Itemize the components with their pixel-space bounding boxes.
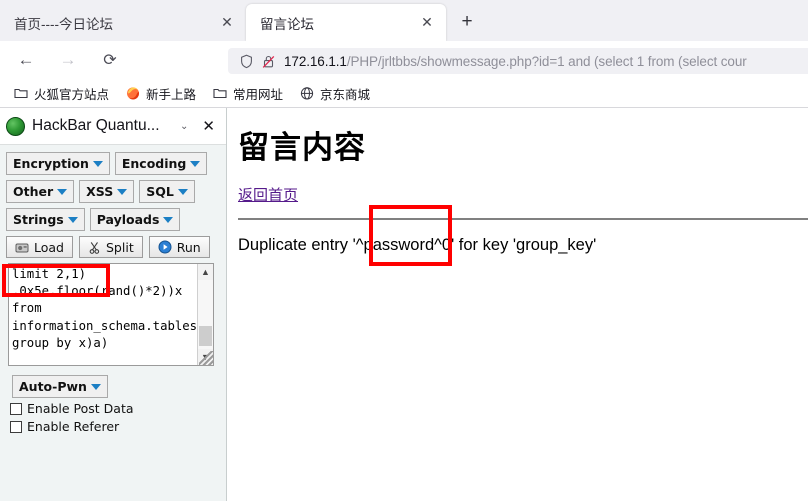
- run-button[interactable]: Run: [148, 236, 210, 258]
- forward-arrow-icon: →: [59, 50, 77, 69]
- chevron-down-icon: [90, 383, 101, 390]
- autopwn-row: Auto-Pwn: [6, 366, 220, 398]
- payload-editor-scrollbar[interactable]: ▲ ▼: [197, 264, 213, 365]
- payloads-dropdown-button[interactable]: Payloads: [89, 208, 181, 231]
- xss-dropdown-button[interactable]: XSS: [79, 180, 135, 203]
- play-icon: [158, 240, 172, 254]
- bookmark-item-1-label: 新手上路: [146, 87, 197, 102]
- chevron-down-icon: [117, 188, 128, 195]
- encoding-dropdown-label: Encoding: [121, 156, 187, 171]
- bookmark-item-3-label: 京东商城: [320, 87, 371, 102]
- bookmark-item-2[interactable]: 常用网址: [207, 82, 288, 105]
- xss-dropdown-label: XSS: [86, 184, 114, 199]
- firefox-icon: [125, 85, 141, 101]
- chevron-down-icon: [92, 160, 103, 167]
- page-content: 留言内容 返回首页 Duplicate entry '^password^0' …: [228, 108, 808, 501]
- chevron-down-icon: [190, 160, 201, 167]
- encryption-dropdown-label: Encryption: [13, 156, 89, 171]
- browser-tab-1-title: 首页----今日论坛: [14, 16, 113, 32]
- load-button[interactable]: Load: [6, 236, 73, 258]
- address-bar-host: 172.16.1.1: [284, 53, 347, 69]
- chevron-down-icon: [67, 216, 78, 223]
- reload-icon[interactable]: ⟳: [94, 45, 126, 75]
- hackbar-sidebar: HackBar Quantu... ⌄ ✕ Encryption Encodin…: [0, 108, 227, 501]
- chevron-down-icon: [57, 188, 68, 195]
- strings-dropdown-button[interactable]: Strings: [6, 208, 85, 231]
- enable-referer-checkbox[interactable]: [10, 420, 22, 433]
- run-button-label: Run: [176, 239, 201, 255]
- payload-editor-textarea[interactable]: limit 2,1) ,0x5e,floor(rand()*2))x from …: [9, 264, 197, 365]
- browser-tab-2-close-icon[interactable]: ✕: [416, 12, 438, 34]
- other-dropdown-button[interactable]: Other: [6, 180, 75, 203]
- hackbar-button-row-1: Encryption Encoding: [6, 152, 220, 175]
- close-icon[interactable]: ✕: [197, 117, 220, 135]
- lock-crossed-icon[interactable]: [260, 53, 277, 70]
- bookmark-item-3[interactable]: 京东商城: [294, 82, 375, 105]
- strings-dropdown-label: Strings: [13, 212, 64, 227]
- scissors-icon: [88, 241, 101, 254]
- globe-icon: [299, 85, 315, 101]
- browser-tab-2[interactable]: 留言论坛 ✕: [246, 4, 446, 41]
- auto-pwn-label: Auto-Pwn: [19, 379, 87, 394]
- horizontal-rule: [238, 218, 808, 220]
- shield-icon: [238, 53, 255, 70]
- back-arrow-icon[interactable]: ←: [10, 45, 42, 75]
- scrollbar-thumb[interactable]: [199, 326, 212, 346]
- bookmark-item-1[interactable]: 新手上路: [120, 82, 201, 105]
- payloads-dropdown-label: Payloads: [96, 212, 160, 227]
- hackbar-action-row: Load Split Run: [6, 236, 220, 258]
- address-bar[interactable]: 172.16.1.1/PHP/jrltbbs/showmessage.php?i…: [228, 48, 808, 74]
- enable-referer-row[interactable]: Enable Referer: [6, 416, 220, 434]
- new-tab-button[interactable]: +: [452, 7, 482, 37]
- enable-post-data-checkbox[interactable]: [10, 402, 22, 415]
- address-bar-url: 172.16.1.1/PHP/jrltbbs/showmessage.php?i…: [284, 54, 747, 69]
- enable-referer-label: Enable Referer: [27, 419, 120, 434]
- sql-error-message: Duplicate entry '^password^0' for key 'g…: [238, 236, 597, 254]
- folder-icon: [13, 85, 29, 101]
- sql-dropdown-label: SQL: [146, 184, 174, 199]
- page-title: 留言内容: [238, 130, 366, 166]
- chevron-down-icon: [177, 188, 188, 195]
- scroll-up-arrow-icon[interactable]: ▲: [198, 264, 213, 280]
- load-button-label: Load: [34, 239, 64, 255]
- bookmark-item-0-label: 火狐官方站点: [34, 87, 110, 102]
- hackbar-button-row-3: Strings Payloads: [6, 208, 220, 231]
- hackbar-logo-icon: [6, 116, 25, 136]
- enable-post-data-row[interactable]: Enable Post Data: [6, 398, 220, 416]
- chevron-down-icon[interactable]: ⌄: [180, 121, 188, 132]
- hackbar-button-row-2: Other XSS SQL: [6, 180, 220, 203]
- folder-icon: [212, 85, 228, 101]
- back-to-home-link[interactable]: 返回首页: [238, 184, 298, 205]
- browser-tab-strip: 首页----今日论坛 ✕ 留言论坛 ✕ +: [0, 0, 808, 41]
- browser-tab-1-close-icon[interactable]: ✕: [216, 12, 238, 34]
- browser-tab-1[interactable]: 首页----今日论坛 ✕: [0, 4, 246, 41]
- bookmark-item-2-label: 常用网址: [233, 87, 284, 102]
- hackbar-sidebar-header: HackBar Quantu... ⌄ ✕: [0, 108, 226, 145]
- hackbar-sidebar-title: HackBar Quantu...: [32, 117, 160, 134]
- enable-post-data-label: Enable Post Data: [27, 401, 134, 416]
- auto-pwn-dropdown-button[interactable]: Auto-Pwn: [12, 375, 108, 398]
- resize-grip-icon[interactable]: [199, 351, 213, 365]
- sql-dropdown-button[interactable]: SQL: [139, 180, 195, 203]
- encryption-dropdown-button[interactable]: Encryption: [6, 152, 110, 175]
- browser-tab-2-title: 留言论坛: [260, 16, 314, 32]
- split-button[interactable]: Split: [79, 236, 143, 258]
- bookmark-item-0[interactable]: 火狐官方站点: [8, 82, 114, 105]
- hackbar-sidebar-body: Encryption Encoding Other XSS SQL String…: [0, 145, 226, 434]
- split-button-label: Split: [106, 239, 134, 255]
- scrollbar-track[interactable]: [198, 280, 213, 349]
- payload-editor[interactable]: limit 2,1) ,0x5e,floor(rand()*2))x from …: [8, 263, 214, 366]
- chevron-down-icon: [163, 216, 174, 223]
- encoding-dropdown-button[interactable]: Encoding: [114, 152, 208, 175]
- address-bar-path: /PHP/jrltbbs/showmessage.php?id=1 and (s…: [346, 53, 747, 69]
- load-drive-icon: [15, 241, 29, 254]
- other-dropdown-label: Other: [13, 184, 54, 199]
- bookmarks-bar: 火狐官方站点 新手上路 常用网址 京东商城: [0, 79, 808, 107]
